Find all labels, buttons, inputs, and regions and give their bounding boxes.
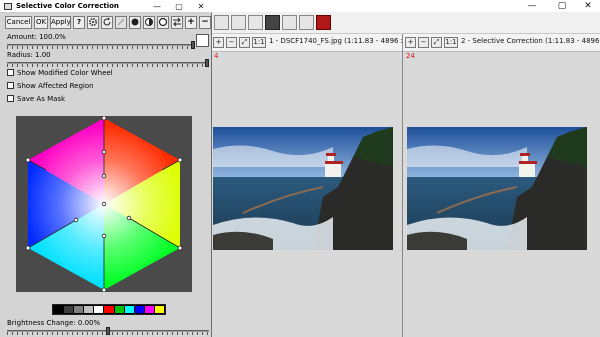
palette-swatch[interactable]: [104, 306, 114, 313]
actual-size-button[interactable]: 1:1: [444, 37, 458, 48]
color-wheel-panel[interactable]: [16, 116, 192, 292]
histogram-icon[interactable]: [282, 15, 297, 30]
panel-number: 24: [406, 52, 415, 60]
radius-slider[interactable]: [7, 59, 209, 67]
maximize-button[interactable]: ▢: [550, 0, 574, 12]
app-toolbar: [210, 12, 600, 34]
amount-slider-thumb[interactable]: [191, 41, 195, 49]
show-affected-region-checkbox[interactable]: [7, 82, 14, 89]
palette-swatch[interactable]: [64, 306, 74, 313]
color-palette[interactable]: [52, 304, 166, 315]
cancel-button[interactable]: Cancel: [5, 16, 32, 29]
info-icon[interactable]: [299, 15, 314, 30]
photo-corrected[interactable]: [407, 127, 587, 250]
close-button[interactable]: ✕: [192, 1, 210, 13]
panel-title: 2 - Selective Correction (1:11.83 - 4896…: [461, 37, 600, 45]
brightness-slider-thumb[interactable]: [106, 327, 110, 335]
circle-icon[interactable]: [129, 16, 141, 29]
panel-header: + − ⤢ 1:1 1 - DSCF1740_FS.jpg (1:11.83 -…: [211, 34, 428, 52]
ok-button[interactable]: OK: [34, 16, 48, 29]
zoom-in-icon[interactable]: +: [405, 37, 416, 48]
radius-slider-thumb[interactable]: [205, 59, 209, 67]
photo-original[interactable]: [213, 127, 393, 250]
maximize-button[interactable]: ▢: [170, 1, 188, 13]
gear-icon[interactable]: [87, 16, 99, 29]
panel-header: + − ⤢ 1:1 2 - Selective Correction (1:11…: [403, 34, 600, 52]
open-icon[interactable]: [214, 15, 229, 30]
show-modified-wheel-checkbox[interactable]: [7, 69, 14, 76]
palette-swatch[interactable]: [124, 306, 134, 313]
close-button[interactable]: ✕: [576, 0, 600, 12]
selective-color-dialog: Selective Color Correction — ▢ ✕ Cancel …: [0, 0, 212, 337]
minus-icon[interactable]: −: [199, 16, 211, 29]
apply-button[interactable]: Apply: [50, 16, 71, 29]
grid-icon[interactable]: [248, 15, 263, 30]
fit-icon[interactable]: ⤢: [239, 37, 250, 48]
refresh-icon[interactable]: [101, 16, 113, 29]
minimize-button[interactable]: —: [520, 0, 544, 12]
swap-icon[interactable]: [171, 16, 183, 29]
ring-icon[interactable]: [157, 16, 169, 29]
calculator-icon[interactable]: [265, 15, 280, 30]
amount-slider[interactable]: [7, 41, 195, 49]
image-panel-corrected: + − ⤢ 1:1 2 - Selective Correction (1:11…: [402, 34, 600, 337]
palette-swatch[interactable]: [74, 306, 84, 313]
dialog-title: Selective Color Correction: [16, 2, 119, 10]
brightness-slider[interactable]: [7, 327, 209, 335]
layout-icon[interactable]: [231, 15, 246, 30]
plus-icon[interactable]: +: [185, 16, 197, 29]
palette-swatch[interactable]: [54, 306, 64, 313]
save-as-mask-checkbox[interactable]: [7, 95, 14, 102]
actual-size-button[interactable]: 1:1: [252, 37, 266, 48]
palette-swatch[interactable]: [94, 306, 104, 313]
dialog-toolbar: Cancel OK Apply ? + −: [0, 14, 212, 31]
dialog-titlebar[interactable]: Selective Color Correction — ▢ ✕: [0, 0, 212, 13]
wand-icon[interactable]: [115, 16, 127, 29]
app-icon: [4, 3, 12, 10]
palette-swatch[interactable]: [134, 306, 144, 313]
fit-icon[interactable]: ⤢: [431, 37, 442, 48]
zoom-out-icon[interactable]: −: [418, 37, 429, 48]
print-icon[interactable]: [316, 15, 331, 30]
palette-swatch[interactable]: [154, 306, 165, 313]
palette-swatch[interactable]: [144, 306, 154, 313]
zoom-out-icon[interactable]: −: [226, 37, 237, 48]
zoom-in-icon[interactable]: +: [213, 37, 224, 48]
app-titlebar: — ▢ ✕: [210, 0, 600, 12]
minimize-button[interactable]: —: [148, 1, 166, 13]
screen: — ▢ ✕ + − ⤢ 1:1 1 - DSCF1740_FS.jpg (1:1…: [0, 0, 600, 337]
image-panel-original: + − ⤢ 1:1 1 - DSCF1740_FS.jpg (1:11.83 -…: [210, 34, 428, 337]
color-preview-swatch[interactable]: [196, 34, 209, 47]
half-circle-icon[interactable]: [143, 16, 155, 29]
help-button[interactable]: ?: [73, 16, 85, 29]
panel-number: 4: [214, 52, 219, 60]
palette-swatch[interactable]: [114, 306, 124, 313]
brightness-label: Brightness Change: 0.00%: [7, 319, 101, 327]
amount-label: Amount: 100.0%: [7, 33, 66, 41]
palette-swatch[interactable]: [84, 306, 94, 313]
save-as-mask-label: Save As Mask: [17, 95, 66, 103]
show-affected-region-label: Show Affected Region: [17, 82, 94, 90]
radius-label: Radius: 1.00: [7, 51, 51, 59]
show-modified-wheel-label: Show Modified Color Wheel: [17, 69, 113, 77]
